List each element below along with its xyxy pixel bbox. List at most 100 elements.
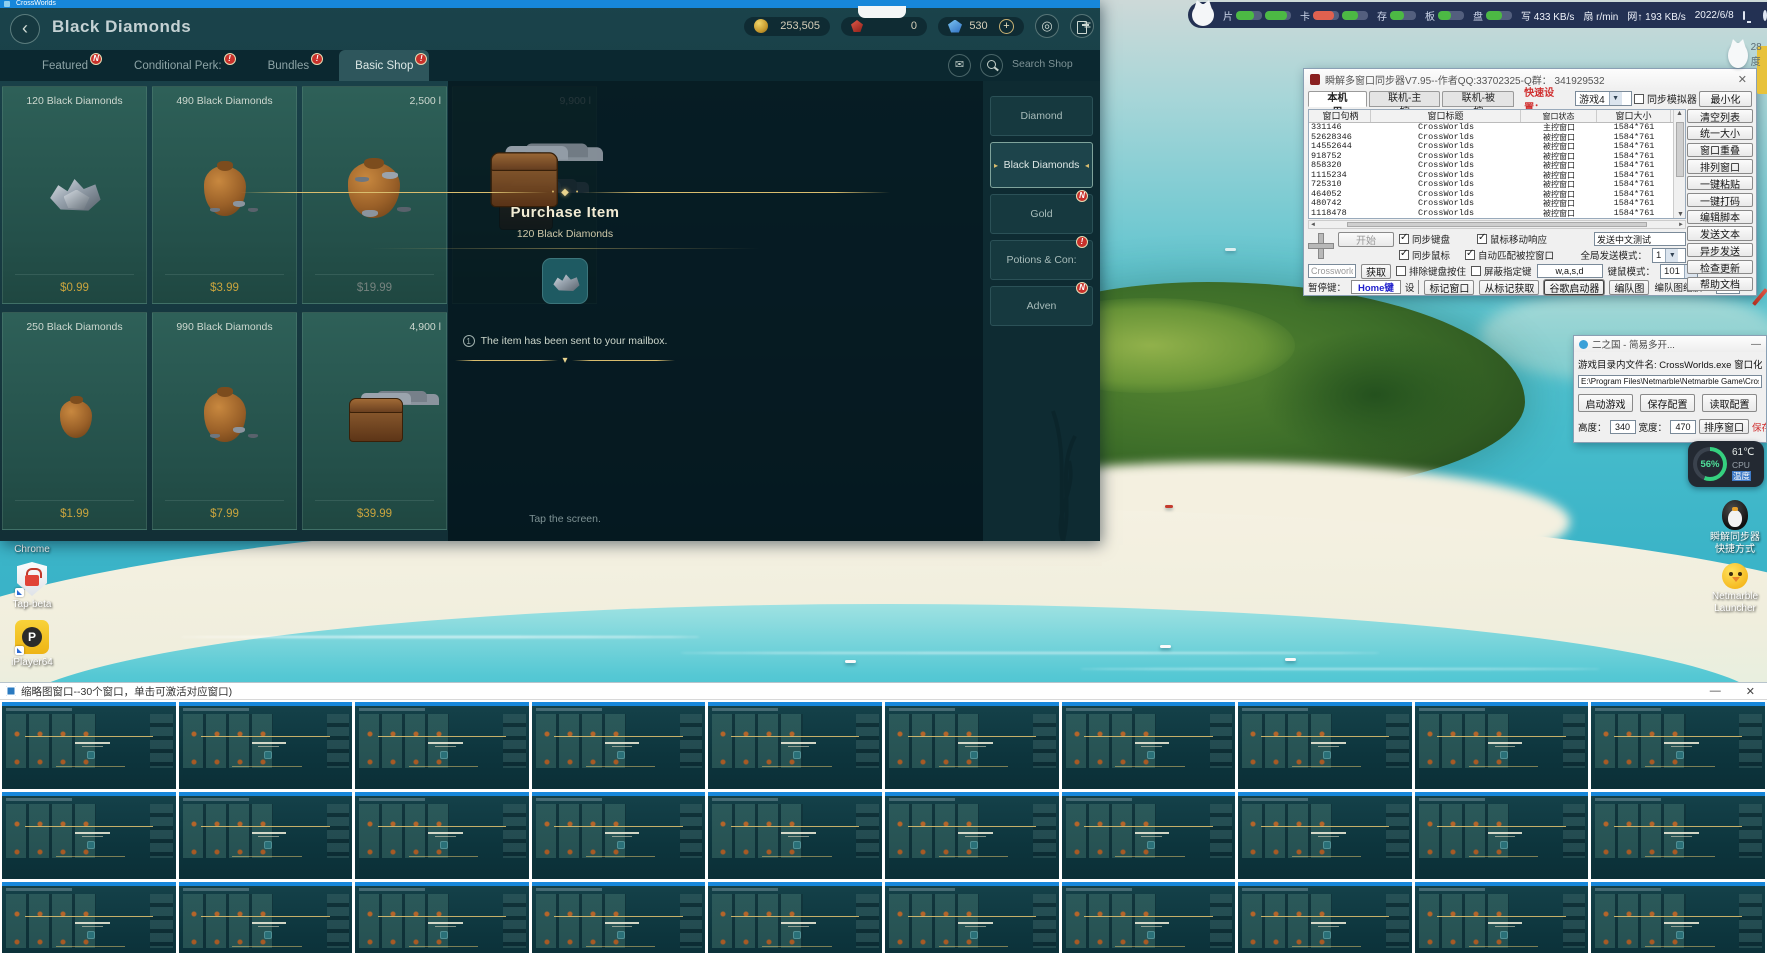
table-row[interactable]: 14552644 CrossWorlds 被控窗口 1584*761 bbox=[1309, 142, 1685, 152]
game-window-thumbnail[interactable] bbox=[885, 702, 1059, 789]
pause-key-setting[interactable]: Home键 设 bbox=[1351, 280, 1419, 294]
table-row[interactable]: 1118478 CrossWorlds 被控窗口 1584*761 bbox=[1309, 209, 1685, 219]
game-window-thumbnail[interactable] bbox=[885, 792, 1059, 879]
game-window-thumbnail[interactable] bbox=[355, 882, 529, 953]
game-window-thumbnail[interactable] bbox=[1238, 882, 1412, 953]
game-window-thumbnail[interactable] bbox=[1415, 702, 1589, 789]
start-button[interactable]: 开始 bbox=[1338, 232, 1394, 247]
add-diamonds-button[interactable]: + bbox=[999, 19, 1014, 34]
sync-keyboard-checkbox[interactable]: ✓同步键盘 bbox=[1399, 232, 1450, 246]
game-window-thumbnail[interactable] bbox=[532, 882, 706, 953]
gold-currency[interactable]: 253,505 bbox=[744, 17, 830, 36]
target-settings-icon[interactable]: ◎ bbox=[1035, 14, 1059, 38]
sync-side-button[interactable]: 异步发送 bbox=[1687, 243, 1753, 257]
table-row[interactable]: 331146 CrossWorlds 主控窗口 1584*761 bbox=[1309, 123, 1685, 133]
get-button[interactable]: 获取 bbox=[1361, 264, 1391, 279]
diamond-currency[interactable]: 530 + bbox=[938, 17, 1024, 36]
game-window-thumbnail[interactable] bbox=[885, 882, 1059, 953]
table-row[interactable]: 725310 CrossWorlds 被控窗口 1584*761 bbox=[1309, 180, 1685, 190]
sync-side-button[interactable]: 帮助文档 bbox=[1687, 277, 1753, 291]
display-icon[interactable] bbox=[1743, 11, 1745, 20]
close-icon[interactable]: ✕ bbox=[1735, 73, 1750, 86]
save-config-button[interactable]: 保存配置 bbox=[1640, 394, 1695, 412]
cat-avatar-icon[interactable] bbox=[1192, 4, 1214, 26]
back-button[interactable]: ‹ bbox=[10, 14, 40, 44]
game-window-thumbnail[interactable] bbox=[179, 882, 353, 953]
sync-side-button[interactable]: 窗口重叠 bbox=[1687, 143, 1753, 157]
minimize-button[interactable]: 最小化 bbox=[1699, 91, 1752, 107]
formation-button[interactable]: 编队图 bbox=[1609, 280, 1649, 295]
game-window-thumbnail[interactable] bbox=[708, 702, 882, 789]
game-path-input[interactable] bbox=[1578, 375, 1762, 388]
sync-side-button[interactable]: 发送文本 bbox=[1687, 226, 1753, 240]
cat-temperature-widget[interactable]: 28度 bbox=[1728, 42, 1767, 68]
game-window-thumbnail[interactable] bbox=[1062, 882, 1236, 953]
target-window-input[interactable] bbox=[1308, 264, 1356, 278]
sync-side-button[interactable]: 一键打码 bbox=[1687, 193, 1753, 207]
search-shop-label[interactable]: Search Shop bbox=[1012, 58, 1073, 70]
drag-target-icon[interactable] bbox=[1308, 233, 1332, 257]
game-window-thumbnail[interactable] bbox=[1591, 882, 1765, 953]
shop-item-card[interactable]: 120 Black Diamonds $0.99 bbox=[2, 86, 147, 304]
table-row[interactable]: 52628346 CrossWorlds 被控窗口 1584*761 bbox=[1309, 133, 1685, 143]
game-window-thumbnail[interactable] bbox=[1591, 792, 1765, 879]
start-game-button[interactable]: 启动游戏 bbox=[1578, 394, 1633, 412]
search-icon[interactable] bbox=[980, 54, 1003, 77]
block-keys-checkbox[interactable]: 屏蔽指定键 bbox=[1471, 264, 1532, 278]
launcher-titlebar[interactable]: 二之国 - 简易多开... — bbox=[1574, 336, 1766, 352]
game-profile-select[interactable]: 游戏4 ▼ bbox=[1575, 91, 1632, 106]
sync-side-button[interactable]: 统一大小 bbox=[1687, 126, 1753, 140]
auto-match-checkbox[interactable]: ✓自动匹配被控窗口 bbox=[1465, 248, 1554, 262]
table-row[interactable]: 1115234 CrossWorlds 被控窗口 1584*761 bbox=[1309, 171, 1685, 181]
category-button[interactable]: Gold N bbox=[990, 194, 1093, 234]
tap-screen-hint[interactable]: Tap the screen. bbox=[240, 513, 890, 525]
game-window-thumbnail[interactable] bbox=[1415, 882, 1589, 953]
game-window-thumbnail[interactable] bbox=[2, 792, 176, 879]
table-row[interactable]: 464052 CrossWorlds 被控窗口 1584*761 bbox=[1309, 190, 1685, 200]
game-window-thumbnail[interactable] bbox=[1062, 702, 1236, 789]
game-window-thumbnail[interactable] bbox=[1591, 702, 1765, 789]
sync-tab[interactable]: 联机-主控 bbox=[1369, 91, 1441, 107]
game-window-thumbnail[interactable] bbox=[355, 702, 529, 789]
get-from-mark-button[interactable]: 从标记获取 bbox=[1479, 280, 1539, 295]
google-launcher-button[interactable]: 谷歌启动器 bbox=[1544, 280, 1604, 295]
sync-tab[interactable]: 本机用 bbox=[1308, 91, 1367, 107]
sync-tab[interactable]: 联机-被控 bbox=[1442, 91, 1514, 107]
table-row[interactable]: 918752 CrossWorlds 被控窗口 1584*761 bbox=[1309, 152, 1685, 162]
block-keys-input[interactable] bbox=[1537, 264, 1603, 278]
sync-emulator-checkbox[interactable]: 同步模拟器 bbox=[1634, 91, 1697, 106]
game-window-thumbnail[interactable] bbox=[2, 702, 176, 789]
energy-currency[interactable]: 0 bbox=[841, 17, 927, 36]
send-text-input[interactable] bbox=[1594, 232, 1686, 246]
game-window-thumbnail[interactable] bbox=[2, 882, 176, 953]
game-window-thumbnail[interactable] bbox=[179, 702, 353, 789]
thumbnail-titlebar[interactable]: 缩略图窗口--30个窗口，单击可激活对应窗口) — ✕ bbox=[0, 683, 1767, 700]
sync-mouse-checkbox[interactable]: ✓同步鼠标 bbox=[1399, 248, 1450, 262]
game-window-thumbnail[interactable] bbox=[708, 792, 882, 879]
game-window-titlebar[interactable]: CrossWorlds bbox=[0, 0, 1100, 8]
shop-tab[interactable]: Bundles ! bbox=[252, 50, 326, 81]
shop-tab[interactable]: Basic Shop ! bbox=[339, 50, 429, 81]
sync-side-button[interactable]: 一键粘贴 bbox=[1687, 176, 1753, 190]
sync-side-button[interactable]: 编辑脚本 bbox=[1687, 210, 1753, 224]
desktop-icon-iplayer64[interactable]: iPlayer64 bbox=[0, 620, 64, 669]
minimize-icon[interactable]: — bbox=[1710, 685, 1741, 697]
game-window-thumbnail[interactable] bbox=[532, 702, 706, 789]
cpu-monitor-widget[interactable]: 56% 61℃ CPU温度 bbox=[1688, 441, 1764, 487]
mouse-move-checkbox[interactable]: ✓鼠标移动响应 bbox=[1477, 232, 1547, 246]
global-send-mode-select[interactable]: 1 ▼ bbox=[1652, 248, 1686, 263]
desktop-icon-sync-shortcut[interactable]: 瞬解同步器 快捷方式 bbox=[1705, 500, 1765, 556]
category-button[interactable]: Potions & Con: ! bbox=[990, 240, 1093, 280]
category-button[interactable]: Adven N bbox=[990, 286, 1093, 326]
scrollbar-thumb[interactable] bbox=[1347, 222, 1647, 227]
close-icon[interactable]: ✕ bbox=[1746, 685, 1761, 698]
sync-side-button[interactable]: 清空列表 bbox=[1687, 109, 1753, 123]
table-row[interactable]: 480742 CrossWorlds 被控窗口 1584*761 bbox=[1309, 199, 1685, 209]
set-button[interactable]: 设 bbox=[1400, 280, 1419, 294]
settings-icon[interactable] bbox=[1763, 10, 1767, 21]
table-row[interactable]: 858320 CrossWorlds 被控窗口 1584*761 bbox=[1309, 161, 1685, 171]
horizontal-scrollbar[interactable]: ◄ ► bbox=[1308, 220, 1686, 229]
game-window-thumbnail[interactable] bbox=[532, 792, 706, 879]
mark-window-button[interactable]: 标记窗口 bbox=[1424, 280, 1474, 295]
category-button[interactable]: Diamond bbox=[990, 96, 1093, 136]
